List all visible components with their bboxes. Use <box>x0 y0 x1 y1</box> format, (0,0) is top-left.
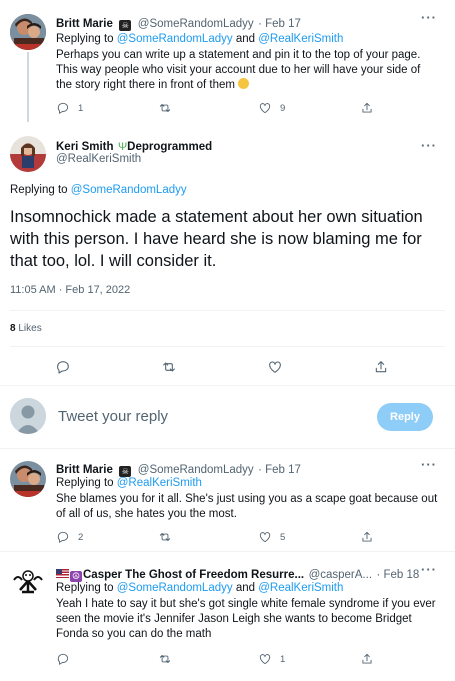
reply-input[interactable]: Tweet your reply <box>58 408 358 425</box>
like-count: 5 <box>280 531 286 543</box>
reply-button[interactable] <box>56 652 70 666</box>
avatar[interactable] <box>10 461 46 497</box>
reply-count: 1 <box>78 102 84 114</box>
mention-link[interactable]: @RealKeriSmith <box>258 582 343 594</box>
avatar[interactable] <box>10 564 46 600</box>
main-tweet: Keri Smith ΨDeprogrammed @RealKeriSmith … <box>0 52 455 386</box>
avatar-image <box>10 461 46 497</box>
author-name[interactable]: Britt Marie <box>56 18 113 30</box>
like-count: 1 <box>280 653 286 665</box>
more-icon[interactable]: ··· <box>421 10 437 25</box>
mention-link[interactable]: @RealKeriSmith <box>258 33 343 45</box>
share-icon <box>362 102 372 113</box>
share-icon <box>362 653 372 664</box>
stats-divider <box>10 346 445 347</box>
avatar-image <box>10 564 46 600</box>
reply-button[interactable]: 1 <box>56 101 83 115</box>
retweet-button[interactable] <box>158 530 172 544</box>
avatar-image <box>10 14 46 50</box>
mention-link[interactable]: @SomeRandomLadyy <box>71 184 187 196</box>
tweet-text: She blames you for it all. She's just us… <box>56 493 438 520</box>
reply-icon <box>57 361 69 374</box>
author-handle[interactable]: @SomeRandomLadyy <box>138 464 254 476</box>
retweet-button[interactable] <box>161 359 177 375</box>
tweet-timestamp[interactable]: 11:05 AM · Feb 17, 2022 <box>10 284 130 296</box>
share-icon <box>362 531 372 542</box>
mention-link[interactable]: @RealKeriSmith <box>117 477 202 489</box>
like-button[interactable]: 1 <box>258 652 285 666</box>
mention-link[interactable]: @SomeRandomLadyy <box>117 33 233 45</box>
heart-icon <box>269 361 281 373</box>
avatar-image <box>10 136 46 172</box>
share-button[interactable] <box>360 530 374 544</box>
likes-stat[interactable]: 8 Likes <box>10 323 42 334</box>
author-badge-text: Deprogrammed <box>127 141 213 153</box>
tweet[interactable]: Britt Marie ☠ @SomeRandomLadyy · Feb 17 … <box>0 0 455 128</box>
reply-icon <box>57 102 69 114</box>
more-icon[interactable]: ··· <box>421 562 437 577</box>
retweet-button[interactable] <box>158 101 172 115</box>
author-handle[interactable]: @casperA... <box>309 569 372 581</box>
retweet-icon <box>159 104 171 112</box>
like-count: 9 <box>280 102 286 114</box>
and-text: and <box>235 582 256 594</box>
like-button[interactable]: 5 <box>258 530 285 544</box>
heart-icon <box>259 654 271 665</box>
retweet-icon <box>163 362 175 372</box>
share-button[interactable] <box>373 359 389 375</box>
heart-icon <box>259 532 271 543</box>
main-tweet-text: Insomnochick made a statement about her … <box>10 208 423 270</box>
author-name[interactable]: Britt Marie <box>56 464 113 476</box>
default-avatar-icon <box>10 398 46 434</box>
reply-tweet[interactable]: ☮ Casper The Ghost of Freedom Resurre... … <box>0 552 455 681</box>
replying-prefix: Replying to <box>10 184 68 196</box>
and-text: and <box>235 33 256 45</box>
tweet-time[interactable]: · Feb 18 <box>376 569 419 581</box>
author-name[interactable]: Keri Smith <box>56 141 114 153</box>
share-button[interactable] <box>360 101 374 115</box>
retweet-button[interactable] <box>158 652 172 666</box>
skull-flag-icon: ☠ <box>119 20 132 31</box>
tweet-time[interactable]: · Feb 17 <box>258 464 301 476</box>
reply-icon <box>57 653 69 665</box>
replying-prefix: Replying to <box>56 582 114 594</box>
reply-icon <box>57 531 69 543</box>
reply-tweet[interactable]: Britt Marie ☠ @SomeRandomLadyy · Feb 17 … <box>0 449 455 551</box>
author-handle[interactable]: @RealKeriSmith <box>56 153 141 165</box>
avatar[interactable] <box>10 14 46 50</box>
replying-prefix: Replying to <box>56 477 114 489</box>
timestamp-divider <box>10 310 445 311</box>
reply-button[interactable]: 2 <box>56 530 83 544</box>
author-handle[interactable]: @SomeRandomLadyy <box>138 18 254 30</box>
likes-label: Likes <box>18 323 42 334</box>
share-icon <box>375 361 387 373</box>
more-icon[interactable]: ··· <box>421 138 437 153</box>
thread-line <box>27 52 29 122</box>
avatar[interactable] <box>10 136 46 172</box>
user-avatar[interactable] <box>10 398 46 434</box>
reply-composer: Tweet your reply Reply <box>0 386 455 448</box>
replying-prefix: Replying to <box>56 33 114 45</box>
reply-submit-button[interactable]: Reply <box>377 403 433 431</box>
likes-count: 8 <box>10 323 16 334</box>
reply-button[interactable] <box>55 359 71 375</box>
heart-icon <box>259 103 271 114</box>
us-flag-icon <box>56 569 69 578</box>
reply-count: 2 <box>78 531 84 543</box>
more-icon[interactable]: ··· <box>421 457 437 472</box>
author-name[interactable]: Casper The Ghost of Freedom Resurre... <box>83 569 304 581</box>
mention-link[interactable]: @SomeRandomLadyy <box>117 582 233 594</box>
like-button[interactable]: 9 <box>258 101 285 115</box>
tweet-time[interactable]: · Feb 17 <box>258 18 301 30</box>
woman-shrugging-emoji-icon <box>238 78 250 89</box>
tweet-text: Yeah I hate to say it but she's got sing… <box>56 598 436 640</box>
retweet-icon <box>159 533 171 541</box>
retweet-icon <box>159 655 171 663</box>
replying-line: Replying to @SomeRandomLadyy and @RealKe… <box>56 32 441 47</box>
share-button[interactable] <box>360 652 374 666</box>
like-button[interactable] <box>267 359 283 375</box>
seedling-icon: Ψ <box>117 141 128 153</box>
